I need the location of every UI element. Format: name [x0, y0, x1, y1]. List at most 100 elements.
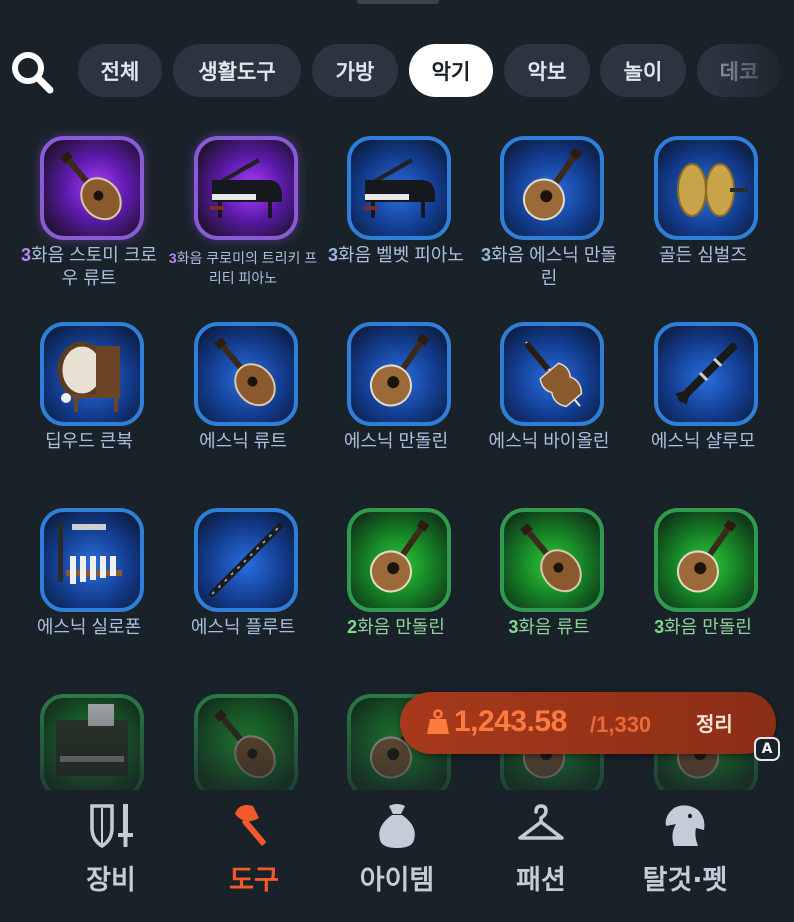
item-tile — [194, 508, 298, 612]
item-name: 에스닉 플루트 — [168, 616, 318, 639]
item-name: 에스닉 바이올린 — [474, 430, 624, 453]
item-tile — [40, 322, 144, 426]
filter-chip-sheet-music[interactable]: 악보 — [504, 44, 590, 97]
item-slot[interactable]: 에스닉 바이올린 — [474, 316, 624, 496]
item-slot[interactable]: 3화음 에스닉 만돌린 — [474, 130, 624, 310]
item-slot[interactable]: 에스닉 플루트 — [168, 502, 318, 682]
item-label: 에스닉 실로폰 — [36, 617, 142, 637]
lute-icon — [519, 523, 582, 593]
item-tile — [654, 136, 758, 240]
mandolin-icon — [369, 519, 430, 593]
drum-icon — [57, 341, 120, 412]
item-tile — [500, 508, 604, 612]
organ-icon — [56, 704, 128, 776]
item-slot[interactable]: 3화음 쿠로미의 트리키 프리티 피아노 — [168, 130, 318, 310]
item-name: 3화음 쿠로미의 트리키 프리티 피아노 — [168, 248, 318, 288]
item-label: 에스닉 바이올린 — [488, 431, 610, 451]
nav-tools[interactable]: 도구 — [179, 790, 329, 910]
drag-handle[interactable] — [357, 0, 439, 4]
item-tile — [500, 322, 604, 426]
item-slot[interactable]: 에스닉 류트 — [168, 316, 318, 496]
item-tile — [500, 136, 604, 240]
shield-sword-icon — [90, 804, 133, 849]
item-label: 에스닉 류트 — [199, 431, 287, 451]
lute-icon — [59, 151, 122, 221]
shortcut-key-badge: A — [754, 737, 780, 761]
filter-chip-deco[interactable]: 데코 — [697, 44, 781, 97]
search-icon[interactable] — [8, 48, 56, 96]
item-tile — [654, 322, 758, 426]
grand-piano-icon — [363, 158, 435, 218]
nav-label: 패션 — [516, 865, 566, 896]
mandolin-icon — [369, 333, 430, 407]
item-name: 3화음 벨벳 피아노 — [321, 244, 471, 267]
item-slot[interactable]: 3화음 만돌린 — [628, 502, 778, 682]
item-label: 화음 벨벳 피아노 — [338, 245, 464, 265]
weight-max: /1,330 — [590, 712, 652, 737]
hanger-icon — [518, 804, 564, 840]
item-name: 골든 심벌즈 — [628, 244, 778, 267]
item-slot[interactable]: 딥우드 큰북 — [14, 316, 164, 496]
violin-icon — [523, 341, 583, 408]
cymbals-icon — [677, 163, 748, 217]
mandolin-icon — [676, 519, 737, 593]
item-tile — [654, 508, 758, 612]
bottom-navigation: 장비 도구 아이템 패션 탈것·펫 — [0, 790, 794, 922]
item-slot[interactable]: 3화음 류트 — [474, 502, 624, 682]
item-slot[interactable] — [14, 688, 164, 790]
item-tier: 3 — [328, 245, 339, 265]
nav-label: 도구 — [229, 865, 279, 896]
item-slot[interactable]: 3화음 벨벳 피아노 — [321, 130, 471, 310]
item-name: 3화음 에스닉 만돌린 — [474, 244, 624, 290]
item-slot[interactable]: 에스닉 샬루모 — [628, 316, 778, 496]
instrument-grid: 3화음 스토미 크로우 류트 3화음 쿠로미의 트리키 프리티 피아노 3화음 … — [0, 130, 794, 790]
item-tile — [40, 694, 144, 790]
nav-equipment[interactable]: 장비 — [36, 790, 186, 910]
item-label: 화음 만돌린 — [357, 617, 445, 637]
item-name: 에스닉 샬루모 — [628, 430, 778, 453]
lute-icon — [213, 337, 276, 407]
item-tile — [347, 322, 451, 426]
item-label: 화음 스토미 크로우 류트 — [31, 245, 157, 288]
inventory-weight-bar: 1,243.58 /1,330 정리 — [400, 692, 776, 754]
flute-icon — [209, 523, 283, 597]
item-slot[interactable]: 골든 심벌즈 — [628, 130, 778, 310]
filter-chip-instruments[interactable]: 악기 — [409, 44, 493, 97]
filter-chip-all[interactable]: 전체 — [78, 44, 162, 97]
item-tier: 3 — [481, 245, 492, 265]
item-tier: 3 — [508, 617, 519, 637]
item-name: 3화음 스토미 크로우 류트 — [14, 244, 164, 290]
item-slot[interactable]: 2화음 만돌린 — [321, 502, 471, 682]
filter-chip-bag[interactable]: 가방 — [312, 44, 398, 97]
nav-mount-pet[interactable]: 탈것·펫 — [610, 790, 760, 910]
item-tile — [194, 136, 298, 240]
item-slot[interactable]: 에스닉 실로폰 — [14, 502, 164, 682]
item-name: 딥우드 큰북 — [14, 430, 164, 453]
filter-chip-play[interactable]: 놀이 — [600, 44, 686, 97]
item-label: 에스닉 샬루모 — [650, 431, 756, 451]
item-name: 3화음 만돌린 — [628, 616, 778, 639]
filter-chip-life-tools[interactable]: 생활도구 — [173, 44, 301, 97]
item-slot[interactable] — [168, 688, 318, 790]
item-tier: 3 — [21, 245, 32, 265]
item-tile — [347, 136, 451, 240]
item-tile — [347, 508, 451, 612]
sort-button[interactable]: 정리 — [696, 708, 733, 737]
nav-items[interactable]: 아이템 — [322, 790, 472, 910]
xylophone-icon — [58, 522, 122, 584]
item-label: 딥우드 큰북 — [45, 431, 133, 451]
weight-current: 1,243.58 — [454, 705, 567, 738]
item-tier: 3 — [654, 617, 665, 637]
item-label: 골든 심벌즈 — [659, 245, 747, 265]
lute-icon — [213, 709, 276, 779]
item-tier: 3 — [168, 250, 177, 266]
nav-fashion[interactable]: 패션 — [466, 790, 616, 910]
item-slot[interactable]: 3화음 스토미 크로우 류트 — [14, 130, 164, 310]
item-name: 에스닉 만돌린 — [321, 430, 471, 453]
item-tile — [194, 694, 298, 790]
item-slot[interactable]: 에스닉 만돌린 — [321, 316, 471, 496]
nav-label: 장비 — [86, 865, 136, 896]
item-label: 화음 만돌린 — [664, 617, 752, 637]
mandolin-icon — [522, 147, 583, 221]
item-tier: 2 — [347, 617, 358, 637]
